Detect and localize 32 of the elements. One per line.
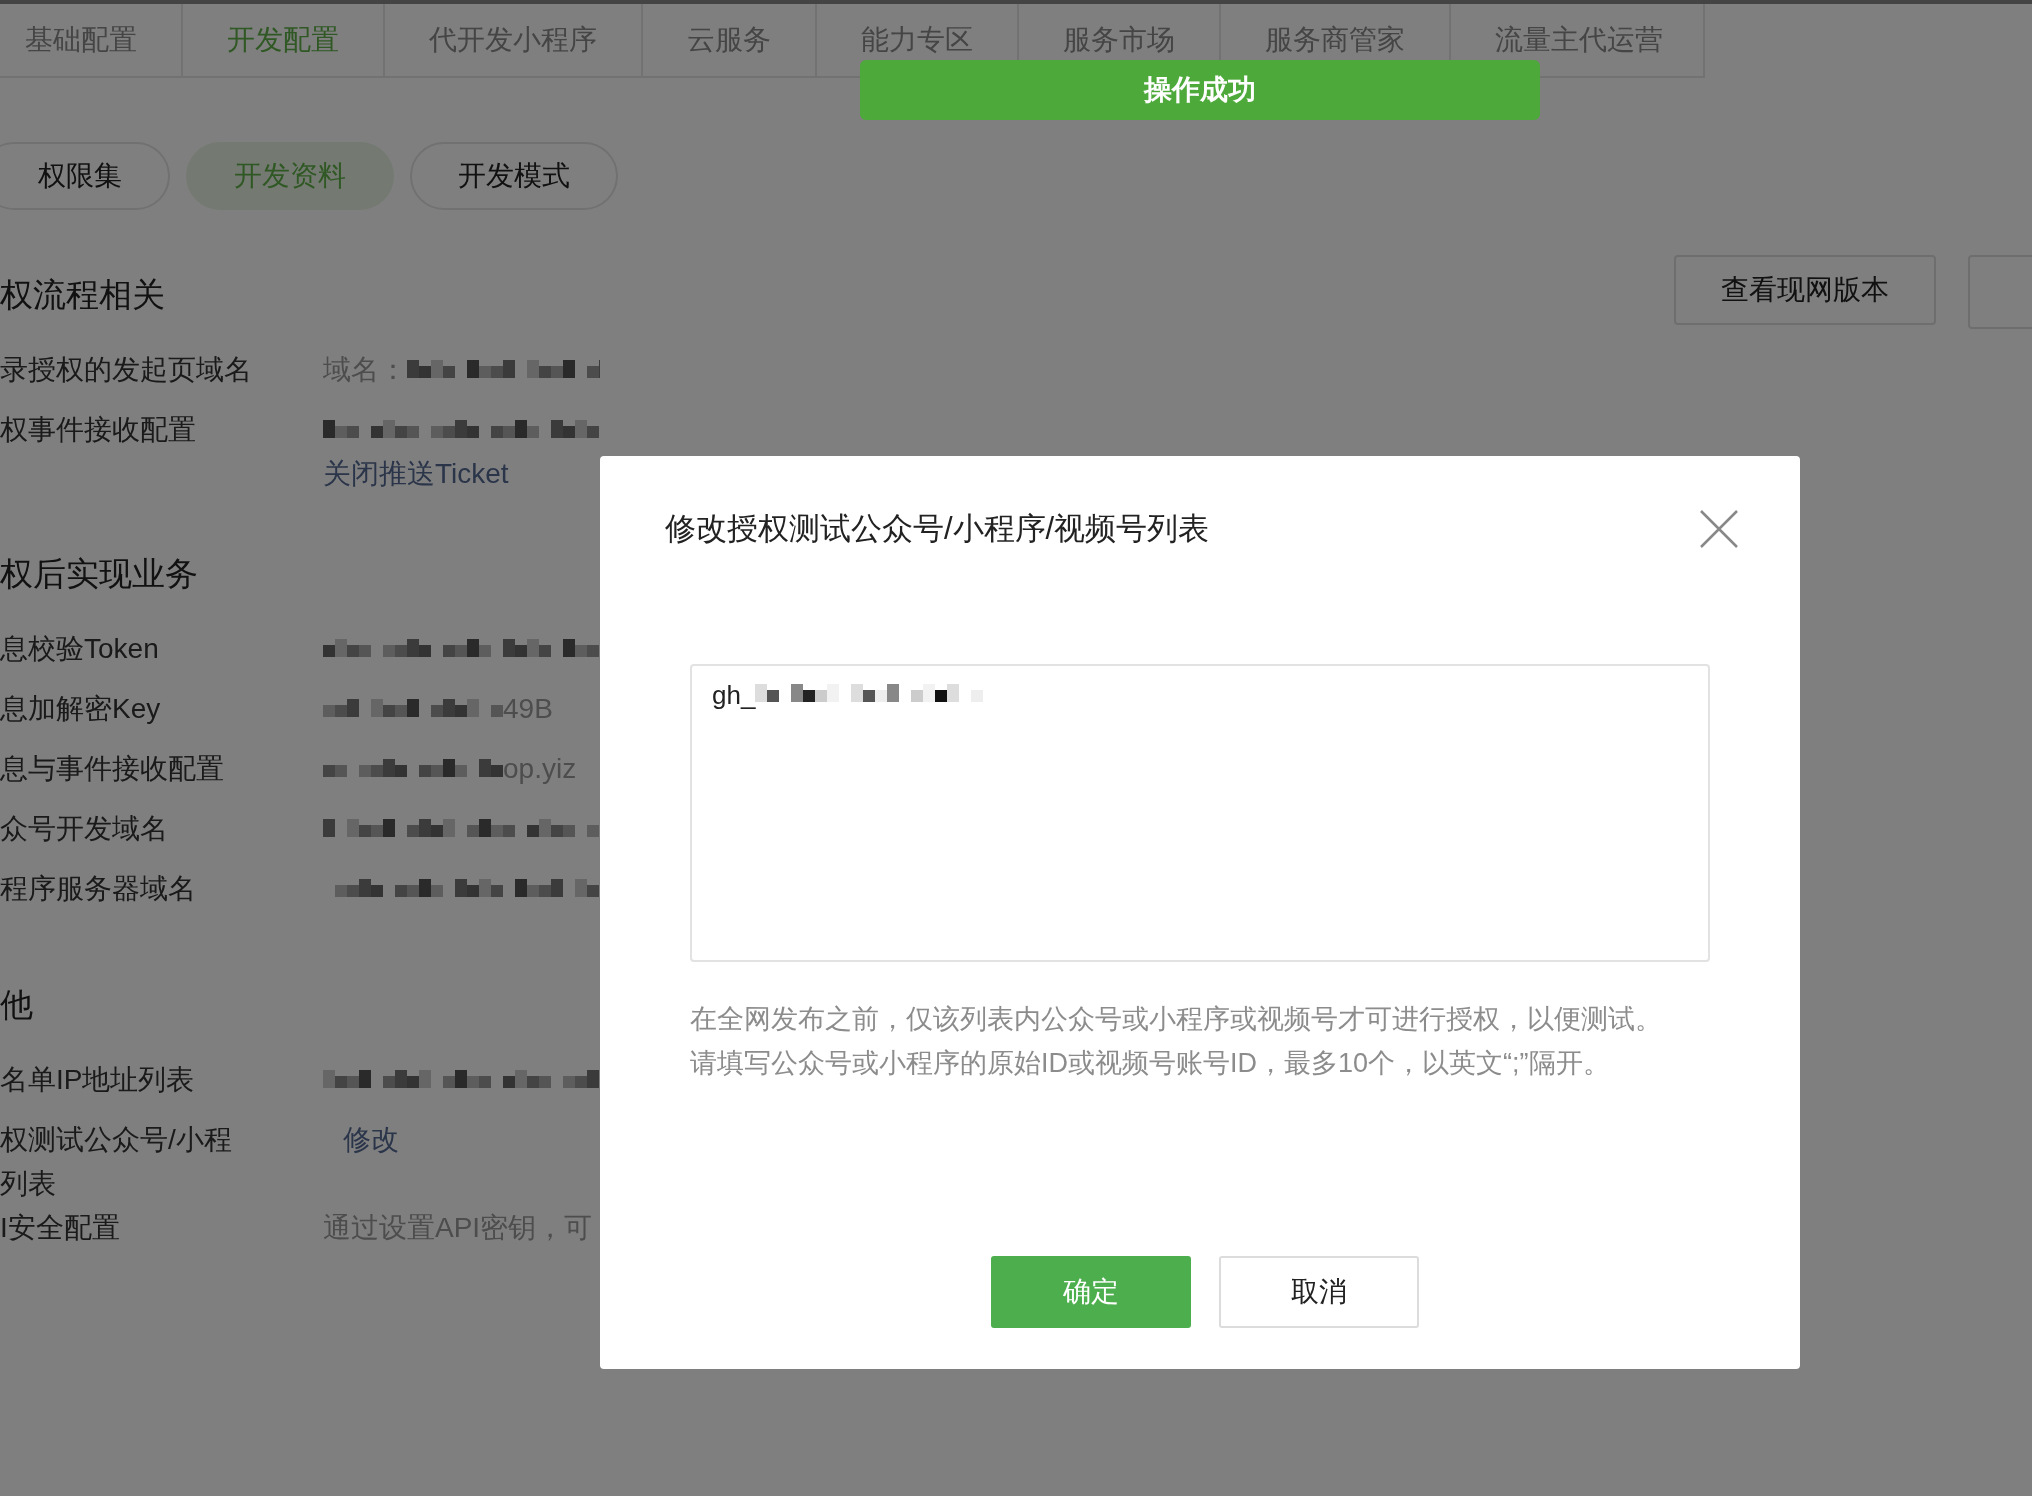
action-link[interactable]: 修改 (343, 1118, 399, 1162)
sub-tab[interactable]: 权限集 (0, 142, 170, 210)
textarea-field[interactable]: gh_ (690, 664, 1710, 962)
hint-text: 请填写公众号或小程序的原始ID或视频号账号ID，最多10个，以英文“;”隔开。 (690, 1047, 1611, 1080)
field-label: 众号开发域名 (0, 812, 168, 846)
hint-text: 在全网发布之前，仅该列表内公众号或小程序或视频号才可进行授权，以便测试。 (690, 1003, 1663, 1036)
action-link[interactable]: 关闭推送Ticket (323, 452, 509, 496)
nav-tab[interactable]: 开发配置 (183, 4, 385, 76)
field-label: 列表 (0, 1167, 56, 1201)
field-label: 权事件接收配置 (0, 413, 196, 447)
field-label: 录授权的发起页域名 (0, 353, 252, 387)
cancel-button[interactable]: 取消 (1219, 1256, 1419, 1328)
field-label: 息与事件接收配置 (0, 752, 224, 786)
field-label: I安全配置 (0, 1211, 120, 1245)
section-title: 他 (0, 985, 33, 1025)
field-label: 名单IP地址列表 (0, 1063, 195, 1097)
section-title: 权后实现业务 (0, 554, 198, 594)
view-version-button[interactable]: 查看现网版本 (1674, 255, 1936, 325)
close-icon[interactable] (1698, 508, 1740, 550)
success-toast: 操作成功 (860, 60, 1540, 120)
field-label: 权测试公众号/小程 (0, 1123, 232, 1157)
nav-tab[interactable]: 基础配置 (0, 4, 183, 76)
field-label: 程序服务器域名 (0, 872, 196, 906)
field-label: 息校验Token (0, 632, 159, 666)
sub-tab[interactable]: 开发模式 (410, 142, 618, 210)
section-title: 权流程相关 (0, 275, 165, 315)
nav-tab[interactable]: 云服务 (643, 4, 817, 76)
field-label: 息加解密Key (0, 692, 161, 726)
nav-tab[interactable]: 代开发小程序 (385, 4, 643, 76)
sub-tab[interactable]: 开发资料 (186, 142, 394, 210)
confirm-button[interactable]: 确定 (991, 1256, 1191, 1328)
dialog-title: 修改授权测试公众号/小程序/视频号列表 (665, 510, 1210, 548)
